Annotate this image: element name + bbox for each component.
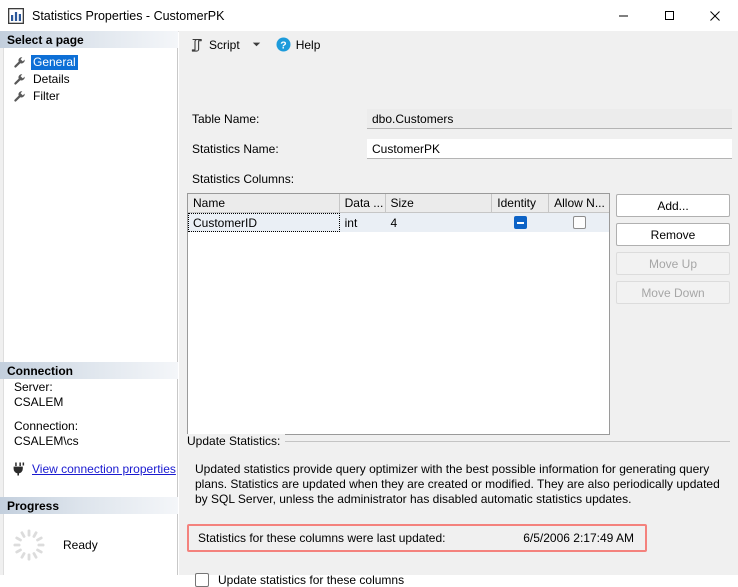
- cell-allow-nulls[interactable]: [549, 213, 609, 232]
- allow-nulls-checkbox: [572, 216, 586, 229]
- table-name-label: Table Name:: [192, 112, 260, 126]
- svg-text:?: ?: [280, 39, 286, 51]
- connection-value: CSALEM\cs: [14, 434, 79, 448]
- progress-spinner-icon: [13, 529, 45, 561]
- table-name-field: dbo.Customers: [367, 109, 732, 129]
- last-updated-highlight-box: Statistics for these columns were last u…: [187, 524, 647, 552]
- grid-header-allow-nulls[interactable]: Allow N...: [549, 194, 609, 212]
- select-a-page-header: Select a page: [0, 31, 178, 48]
- cell-identity[interactable]: [492, 213, 549, 232]
- progress-status-row: Ready: [0, 528, 178, 562]
- cell-size[interactable]: 4: [386, 213, 493, 232]
- title-bar: Statistics Properties - CustomerPK: [0, 0, 738, 32]
- main-panel: Script ? Help Table Name: dbo.Customers …: [179, 31, 738, 587]
- toolbar: Script ? Help: [179, 31, 738, 58]
- connection-details: Server: CSALEM Connection: CSALEM\cs Vie…: [0, 380, 178, 476]
- script-button[interactable]: Script: [187, 34, 243, 56]
- update-statistics-checkbox-label: Update statistics for these columns: [218, 573, 405, 587]
- view-connection-properties-row[interactable]: View connection properties: [0, 462, 178, 476]
- server-value: CSALEM: [14, 395, 64, 409]
- sidebar-item-label: General: [31, 55, 78, 70]
- statistics-columns-grid[interactable]: Name Data ... Size Identity Allow N... C…: [187, 193, 610, 435]
- table-name-row: Table Name: dbo.Customers: [192, 108, 732, 130]
- last-updated-value: 6/5/2006 2:17:49 AM: [523, 531, 634, 545]
- identity-checkbox-indeterminate: [514, 216, 528, 229]
- grid-header-identity[interactable]: Identity: [492, 194, 550, 212]
- window-controls: [600, 0, 738, 31]
- maximize-button[interactable]: [646, 0, 692, 31]
- help-icon: ?: [276, 37, 291, 52]
- statistics-name-row: Statistics Name: CustomerPK: [192, 138, 732, 160]
- connection-icon: [13, 462, 25, 476]
- move-down-button: Move Down: [616, 281, 730, 304]
- help-button[interactable]: ? Help: [273, 34, 324, 56]
- sidebar-item-label: Details: [33, 72, 70, 86]
- statistics-name-label: Statistics Name:: [192, 142, 279, 156]
- view-connection-properties-link[interactable]: View connection properties: [32, 462, 176, 476]
- script-icon: [191, 38, 202, 52]
- statistics-name-input[interactable]: CustomerPK: [367, 139, 732, 159]
- grid-header-data-type[interactable]: Data ...: [340, 194, 386, 212]
- remove-button[interactable]: Remove: [616, 223, 730, 246]
- sidebar: Select a page General Details Filter Con…: [0, 31, 178, 575]
- general-page-content: Table Name: dbo.Customers Statistics Nam…: [179, 58, 738, 587]
- grid-header-size[interactable]: Size: [386, 194, 493, 212]
- script-label: Script: [209, 37, 240, 52]
- update-statistics-description: Updated statistics provide query optimiz…: [195, 462, 720, 506]
- move-up-button: Move Up: [616, 252, 730, 275]
- update-statistics-group-line: [274, 441, 730, 442]
- wrench-icon: [14, 91, 25, 102]
- wrench-icon: [14, 74, 25, 85]
- grid-header-row: Name Data ... Size Identity Allow N...: [188, 194, 609, 213]
- sidebar-edge-strip: [0, 31, 4, 575]
- last-updated-label: Statistics for these columns were last u…: [198, 531, 446, 545]
- cell-data-type[interactable]: int: [340, 213, 386, 232]
- table-row[interactable]: CustomerID int 4: [188, 213, 609, 232]
- update-statistics-label: Update Statistics:: [187, 434, 286, 448]
- wrench-icon: [14, 57, 25, 68]
- page-list: General Details Filter: [0, 54, 178, 105]
- sidebar-item-details[interactable]: Details: [0, 71, 178, 88]
- help-label: Help: [295, 37, 321, 52]
- close-button[interactable]: [692, 0, 738, 31]
- update-statistics-checkbox[interactable]: [195, 573, 209, 587]
- cell-name[interactable]: CustomerID: [188, 213, 340, 232]
- grid-header-name[interactable]: Name: [188, 194, 340, 212]
- progress-status-text: Ready: [63, 538, 98, 552]
- window-title: Statistics Properties - CustomerPK: [32, 8, 225, 23]
- server-label: Server:: [14, 380, 53, 394]
- minimize-button[interactable]: [600, 0, 646, 31]
- sidebar-item-general[interactable]: General: [0, 54, 178, 71]
- chevron-down-icon[interactable]: [252, 41, 261, 48]
- statistics-chart-icon: [8, 7, 24, 24]
- update-statistics-checkbox-row[interactable]: Update statistics for these columns: [195, 573, 404, 587]
- connection-header: Connection: [0, 362, 178, 379]
- progress-header: Progress: [0, 497, 178, 514]
- sidebar-item-label: Filter: [33, 89, 60, 103]
- sidebar-item-filter[interactable]: Filter: [0, 88, 178, 105]
- statistics-columns-label: Statistics Columns:: [192, 172, 295, 186]
- connection-label: Connection:: [14, 419, 79, 433]
- add-button[interactable]: Add...: [616, 194, 730, 217]
